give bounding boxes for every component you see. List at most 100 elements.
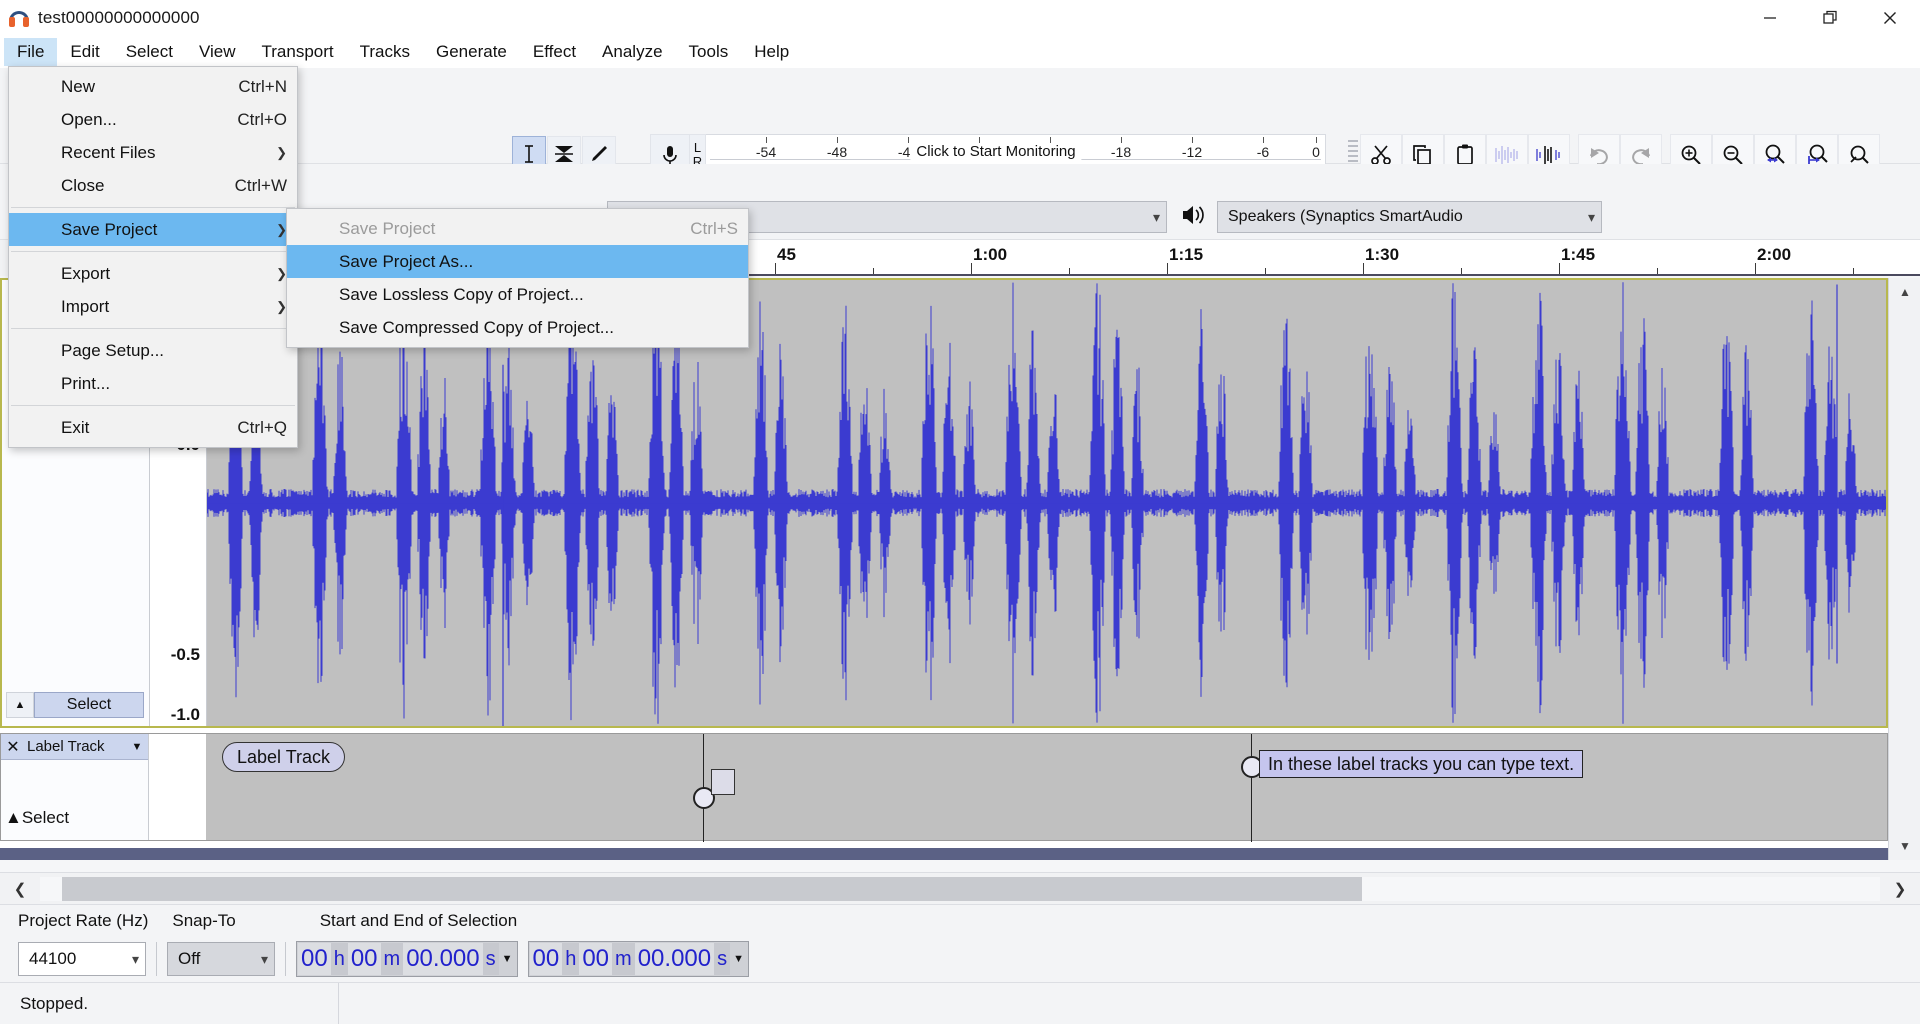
horizontal-scrollbar[interactable]: ❮ ❯ bbox=[0, 872, 1920, 904]
file-menu-item-close[interactable]: Close Ctrl+W bbox=[9, 169, 297, 202]
menu-separator bbox=[11, 328, 295, 329]
file-menu-item-exit[interactable]: ExitCtrl+Q bbox=[9, 411, 297, 444]
label-track-header[interactable]: ✕ Label Track ▼ bbox=[1, 734, 148, 760]
triangle-up-icon[interactable]: ▲ bbox=[6, 692, 34, 718]
selection-start-time[interactable]: 00 h 00 m 00.000 s ▼ bbox=[296, 941, 518, 977]
audacity-window: test00000000000000 File Edit Select bbox=[0, 0, 1920, 1024]
menu-tracks[interactable]: Tracks bbox=[347, 38, 423, 66]
selection-toolbar: Project Rate (Hz) Snap-To Start and End … bbox=[0, 904, 1920, 982]
chevron-right-icon: ❯ bbox=[246, 266, 287, 282]
end-hours[interactable]: 00 bbox=[530, 943, 563, 975]
output-device-combo[interactable]: Speakers (Synaptics SmartAudio ▾ bbox=[1217, 201, 1602, 233]
ruler-label-5: 2:00 bbox=[1757, 245, 1791, 265]
rec-tick-3: -18 bbox=[1111, 144, 1131, 160]
snap-to-combo[interactable]: Off ▾ bbox=[167, 942, 275, 976]
menu-item-label: Close bbox=[61, 176, 104, 196]
selection-end-time[interactable]: 00 h 00 m 00.000 s ▼ bbox=[528, 941, 750, 977]
channel-l: L bbox=[694, 141, 701, 155]
start-monitoring-label[interactable]: Click to Start Monitoring bbox=[910, 143, 1081, 160]
project-rate-combo[interactable]: 44100 ▾ bbox=[18, 942, 146, 976]
menu-item-label: Save Project As... bbox=[339, 252, 473, 272]
label-pill[interactable]: Label Track bbox=[222, 742, 345, 772]
label-empty-box[interactable] bbox=[711, 769, 735, 795]
caret-down-icon[interactable]: ▼ bbox=[126, 741, 148, 753]
chevron-down-icon[interactable]: ▼ bbox=[1889, 832, 1920, 860]
menu-view[interactable]: View bbox=[186, 38, 249, 66]
chevron-right-icon: ❯ bbox=[246, 222, 287, 238]
menu-item-label: Save Project bbox=[339, 219, 435, 239]
ruler-label-2: 1:15 bbox=[1169, 245, 1203, 265]
save-submenu-item-save-lossless-copy-of-project[interactable]: Save Lossless Copy of Project... bbox=[287, 278, 748, 311]
file-menu-item-recent-files[interactable]: Recent Files❯ bbox=[9, 136, 297, 169]
start-hours[interactable]: 00 bbox=[298, 943, 331, 975]
minimize-icon[interactable] bbox=[1740, 0, 1800, 36]
rec-tick-4: -12 bbox=[1182, 144, 1202, 160]
horizontal-scroll-track[interactable] bbox=[40, 877, 1880, 901]
empty-tracks-background bbox=[0, 848, 1888, 860]
save-submenu-item-save-project[interactable]: Save Project Ctrl+S bbox=[287, 212, 748, 245]
menu-item-label: Save Compressed Copy of Project... bbox=[339, 318, 614, 338]
label-track-body[interactable]: Label Track In these label tracks you ca… bbox=[206, 734, 1887, 840]
menu-tools[interactable]: Tools bbox=[676, 38, 742, 66]
start-minutes-unit: m bbox=[381, 943, 404, 975]
restore-icon[interactable] bbox=[1800, 0, 1860, 36]
output-device-value: Speakers (Synaptics SmartAudio bbox=[1228, 208, 1463, 226]
ruler-label-4: 1:45 bbox=[1561, 245, 1595, 265]
project-rate-label: Project Rate (Hz) bbox=[18, 911, 148, 931]
close-icon[interactable]: ✕ bbox=[1, 737, 25, 757]
start-seconds[interactable]: 00.000 bbox=[403, 943, 482, 975]
end-seconds-unit: s bbox=[714, 943, 730, 975]
menu-select[interactable]: Select bbox=[113, 38, 186, 66]
end-minutes[interactable]: 00 bbox=[579, 943, 612, 975]
menu-effect[interactable]: Effect bbox=[520, 38, 589, 66]
chevron-down-icon: ▾ bbox=[261, 951, 268, 968]
audio-track-select-row: ▲ Select bbox=[6, 692, 144, 718]
close-icon[interactable] bbox=[1860, 0, 1920, 36]
window-title: test00000000000000 bbox=[38, 8, 200, 28]
menu-file[interactable]: File bbox=[4, 38, 57, 66]
triangle-up-icon[interactable]: ▲ bbox=[5, 808, 22, 834]
menu-transport[interactable]: Transport bbox=[249, 38, 347, 66]
save-submenu-item-save-compressed-copy-of-project[interactable]: Save Compressed Copy of Project... bbox=[287, 311, 748, 344]
ruler-label-1: 1:00 bbox=[973, 245, 1007, 265]
menu-item-label: Page Setup... bbox=[61, 341, 164, 361]
selection-mode-label: Start and End of Selection bbox=[290, 911, 518, 931]
horizontal-scroll-thumb[interactable] bbox=[62, 877, 1362, 901]
audio-track-select-button[interactable]: Select bbox=[34, 692, 144, 718]
end-seconds[interactable]: 00.000 bbox=[635, 943, 714, 975]
label-track-select-button[interactable]: Select bbox=[22, 808, 69, 834]
file-menu-item-import[interactable]: Import❯ bbox=[9, 290, 297, 323]
menu-item-label: Open... bbox=[61, 110, 117, 130]
file-menu-dropdown[interactable]: NewCtrl+NOpen...Ctrl+ORecent Files❯Close… bbox=[8, 66, 298, 448]
file-menu-item-open[interactable]: Open... Ctrl+O bbox=[9, 103, 297, 136]
start-time-spinner[interactable]: ▼ bbox=[499, 943, 516, 975]
menu-item-accelerator: Ctrl+O bbox=[197, 110, 287, 130]
label-text-box[interactable]: In these label tracks you can type text. bbox=[1259, 750, 1583, 778]
vertical-scrollbar[interactable]: ▲ ▼ bbox=[1888, 278, 1920, 860]
rec-tick-0: -54 bbox=[756, 144, 776, 160]
chevron-right-icon[interactable]: ❯ bbox=[1880, 880, 1920, 898]
menu-analyze[interactable]: Analyze bbox=[589, 38, 675, 66]
file-menu-item-page-setup[interactable]: Page Setup... bbox=[9, 334, 297, 367]
file-menu-item-new[interactable]: NewCtrl+N bbox=[9, 70, 297, 103]
chevron-left-icon[interactable]: ❮ bbox=[0, 880, 40, 898]
end-time-spinner[interactable]: ▼ bbox=[730, 943, 747, 975]
menu-separator bbox=[11, 251, 295, 252]
menu-item-accelerator: Ctrl+S bbox=[650, 219, 738, 239]
file-menu-item-export[interactable]: Export❯ bbox=[9, 257, 297, 290]
label-track-name: Label Track bbox=[25, 738, 126, 755]
save-project-submenu[interactable]: Save Project Ctrl+S Save Project As... Save… bbox=[286, 208, 749, 348]
menu-item-accelerator: Ctrl+W bbox=[195, 176, 287, 196]
file-menu-item-save-project[interactable]: Save Project❯ bbox=[9, 213, 297, 246]
end-hours-unit: h bbox=[562, 943, 579, 975]
chevron-up-icon[interactable]: ▲ bbox=[1889, 278, 1920, 306]
menu-edit[interactable]: Edit bbox=[57, 38, 112, 66]
save-submenu-item-save-project-as[interactable]: Save Project As... bbox=[287, 245, 748, 278]
menu-item-label: Import bbox=[61, 297, 109, 317]
start-minutes[interactable]: 00 bbox=[348, 943, 381, 975]
vruler-minus-one: -1.0 bbox=[171, 705, 200, 725]
label-track[interactable]: ✕ Label Track ▼ ▲ Select Label Track In … bbox=[0, 733, 1888, 841]
menu-generate[interactable]: Generate bbox=[423, 38, 520, 66]
menu-help[interactable]: Help bbox=[741, 38, 802, 66]
file-menu-item-print[interactable]: Print... bbox=[9, 367, 297, 400]
